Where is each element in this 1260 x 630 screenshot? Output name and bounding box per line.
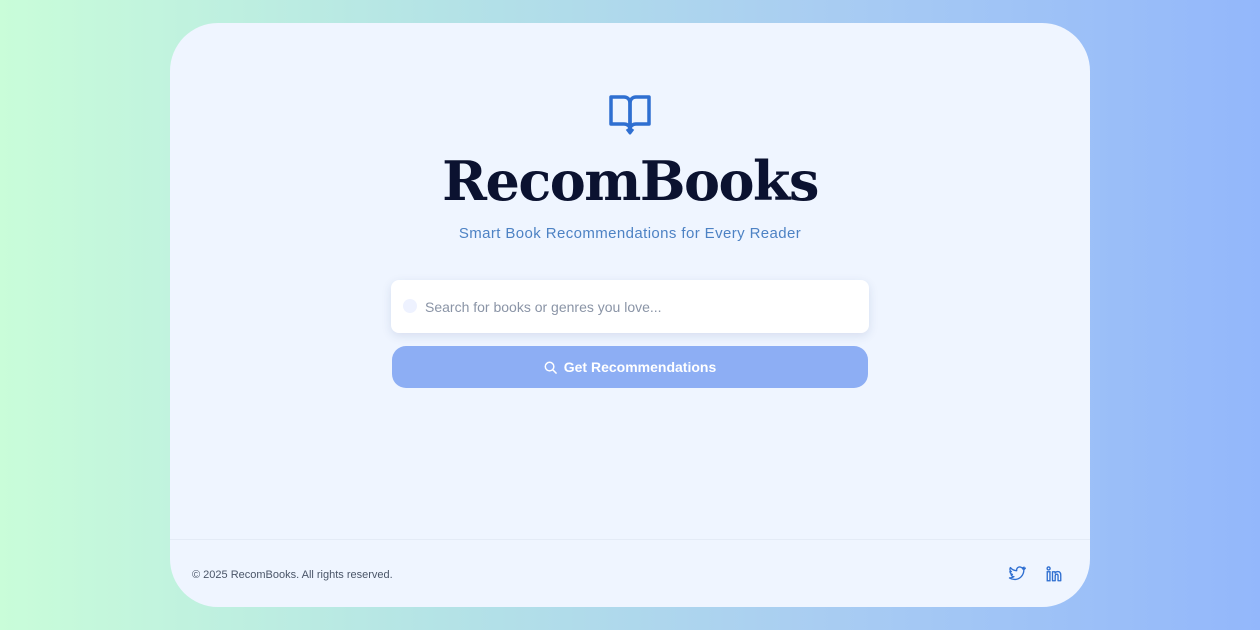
search-box xyxy=(391,280,869,333)
linkedin-icon[interactable] xyxy=(1045,565,1063,583)
copyright-text: © 2025 RecomBooks. All rights reserved. xyxy=(192,569,393,581)
twitter-icon[interactable] xyxy=(1008,565,1026,583)
app-subtitle: Smart Book Recommendations for Every Rea… xyxy=(458,225,802,242)
app-title: RecomBooks xyxy=(442,149,819,213)
main-card: RecomBooks Smart Book Recommendations fo… xyxy=(170,23,1090,607)
get-recommendations-button[interactable]: Get Recommendations xyxy=(392,346,868,388)
search-input[interactable] xyxy=(425,280,855,333)
search-icon xyxy=(403,299,417,313)
open-book-icon xyxy=(609,95,651,135)
footer-divider xyxy=(170,539,1090,540)
get-recommendations-label: Get Recommendations xyxy=(563,359,717,375)
search-icon xyxy=(544,361,557,374)
